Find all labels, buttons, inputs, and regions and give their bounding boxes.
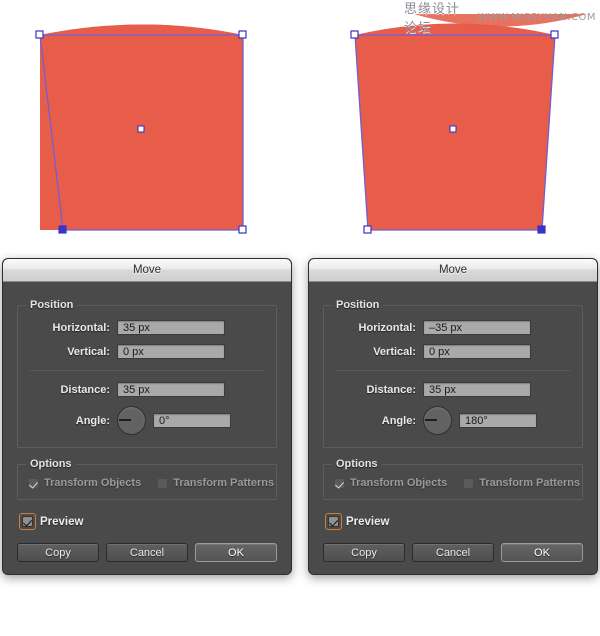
- angle-label: Angle:: [75, 414, 110, 427]
- preview-checkbox-focus-ring: [19, 513, 36, 530]
- anchor-center-point[interactable]: [137, 125, 145, 133]
- angle-dial[interactable]: [423, 406, 452, 435]
- preview-label: Preview: [346, 515, 390, 528]
- transform-patterns-checkbox[interactable]: [463, 477, 475, 489]
- dialog-title: Move: [438, 264, 468, 276]
- angle-field-row: Angle: 0°: [28, 406, 266, 435]
- horizontal-field-row: Horizontal: 35 px: [28, 320, 266, 335]
- vertical-field-row: Vertical: 0 px: [334, 344, 572, 359]
- dialog-titlebar[interactable]: Move: [3, 259, 291, 282]
- dialog-titlebar[interactable]: Move: [309, 259, 597, 282]
- distance-label: Distance:: [366, 383, 416, 396]
- horizontal-label: Horizontal:: [52, 321, 110, 334]
- tapered-left-shape[interactable]: [0, 0, 300, 256]
- angle-input[interactable]: 0°: [153, 413, 231, 428]
- transform-objects-label: Transform Objects: [44, 477, 142, 489]
- preview-label: Preview: [40, 515, 84, 528]
- preview-checkbox[interactable]: [22, 516, 33, 527]
- vertical-field-row: Vertical: 0 px: [28, 344, 266, 359]
- anchor-top-right[interactable]: [238, 30, 247, 39]
- horizontal-input[interactable]: 35 px: [117, 320, 225, 335]
- copy-button[interactable]: Copy: [323, 543, 405, 562]
- options-row: Transform Objects Transform Patterns: [28, 477, 274, 489]
- illustrator-artboard: 思缘设计论坛 WWW.MISSYUAN.COM: [0, 0, 600, 256]
- vertical-label: Vertical:: [67, 345, 110, 358]
- position-group: Position Horizontal: –35 px Vertical: 0 …: [323, 299, 583, 448]
- transform-patterns-label: Transform Patterns: [173, 477, 275, 489]
- transform-objects-checkbox[interactable]: [28, 477, 39, 489]
- distance-input[interactable]: 35 px: [117, 382, 225, 397]
- anchor-top-left[interactable]: [35, 30, 44, 39]
- options-group: Options Transform Objects Transform Patt…: [323, 458, 583, 500]
- preview-row: Preview: [325, 513, 583, 530]
- angle-label: Angle:: [381, 414, 416, 427]
- transform-objects-label: Transform Objects: [350, 477, 448, 489]
- anchor-bottom-left[interactable]: [363, 225, 372, 234]
- vertical-input[interactable]: 0 px: [117, 344, 225, 359]
- cancel-button[interactable]: Cancel: [106, 543, 188, 562]
- anchor-top-right[interactable]: [550, 30, 559, 39]
- distance-field-row: Distance: 35 px: [334, 382, 572, 397]
- transform-patterns-label: Transform Patterns: [479, 477, 581, 489]
- position-group-legend: Position: [26, 299, 78, 311]
- angle-field-row: Angle: 180°: [334, 406, 572, 435]
- dialog-button-row: Copy Cancel OK: [17, 543, 277, 562]
- dialog-body: Position Horizontal: –35 px Vertical: 0 …: [309, 282, 597, 574]
- vertical-input[interactable]: 0 px: [423, 344, 531, 359]
- move-dialog-right[interactable]: Move Position Horizontal: –35 px Vertica…: [308, 258, 598, 575]
- options-group-legend: Options: [26, 458, 76, 470]
- options-row: Transform Objects Transform Patterns: [334, 477, 580, 489]
- ok-button[interactable]: OK: [195, 543, 277, 562]
- preview-row: Preview: [19, 513, 277, 530]
- distance-label: Distance:: [60, 383, 110, 396]
- anchor-top-left[interactable]: [350, 30, 359, 39]
- tapered-symmetric-shape[interactable]: [300, 0, 600, 256]
- cancel-button[interactable]: Cancel: [412, 543, 494, 562]
- anchor-bottom-right[interactable]: [238, 225, 247, 234]
- angle-dial-needle: [425, 419, 437, 421]
- dialog-button-row: Copy Cancel OK: [323, 543, 583, 562]
- ok-button[interactable]: OK: [501, 543, 583, 562]
- position-group-legend: Position: [332, 299, 384, 311]
- vertical-label: Vertical:: [373, 345, 416, 358]
- horizontal-field-row: Horizontal: –35 px: [334, 320, 572, 335]
- dialog-title: Move: [132, 264, 162, 276]
- angle-dial[interactable]: [117, 406, 146, 435]
- anchor-bottom-right-selected[interactable]: [537, 225, 546, 234]
- position-separator: [30, 370, 264, 371]
- distance-field-row: Distance: 35 px: [28, 382, 266, 397]
- horizontal-input[interactable]: –35 px: [423, 320, 531, 335]
- transform-patterns-checkbox[interactable]: [157, 477, 169, 489]
- copy-button[interactable]: Copy: [17, 543, 99, 562]
- preview-checkbox-focus-ring: [325, 513, 342, 530]
- anchor-bottom-left-selected[interactable]: [58, 225, 67, 234]
- angle-input[interactable]: 180°: [459, 413, 537, 428]
- distance-input[interactable]: 35 px: [423, 382, 531, 397]
- preview-checkbox[interactable]: [328, 516, 339, 527]
- anchor-center-point[interactable]: [449, 125, 457, 133]
- move-dialog-left[interactable]: Move Position Horizontal: 35 px Vertical…: [2, 258, 292, 575]
- position-group: Position Horizontal: 35 px Vertical: 0 p…: [17, 299, 277, 448]
- horizontal-label: Horizontal:: [358, 321, 416, 334]
- position-separator: [336, 370, 570, 371]
- options-group-legend: Options: [332, 458, 382, 470]
- transform-objects-checkbox[interactable]: [334, 477, 345, 489]
- angle-dial-needle: [119, 419, 131, 421]
- dialog-body: Position Horizontal: 35 px Vertical: 0 p…: [3, 282, 291, 574]
- options-group: Options Transform Objects Transform Patt…: [17, 458, 277, 500]
